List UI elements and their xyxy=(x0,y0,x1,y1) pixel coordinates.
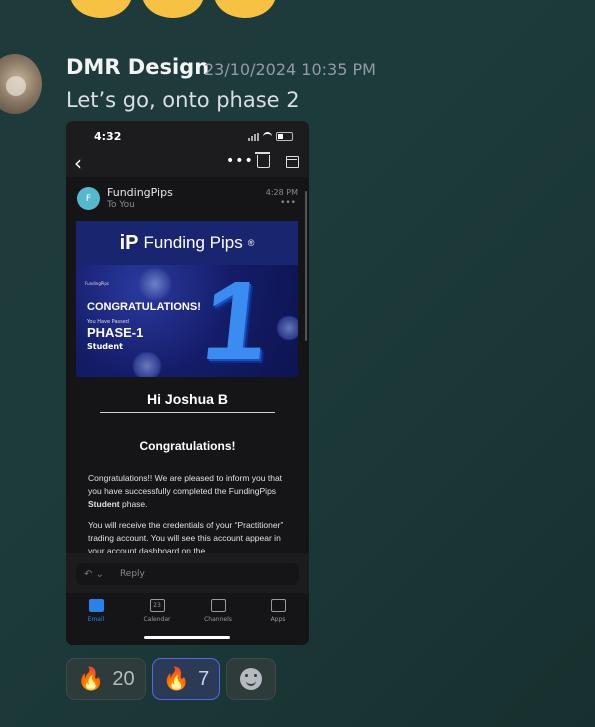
emoji xyxy=(214,0,276,18)
diamond-decoration xyxy=(276,315,298,341)
previous-message-emojis xyxy=(70,0,276,18)
fire-icon: 🔥 xyxy=(162,666,191,692)
tab-calendar: 23 Calendar xyxy=(137,599,177,623)
reaction-fire[interactable]: 🔥 20 xyxy=(66,658,146,700)
add-reaction-button[interactable] xyxy=(226,658,277,700)
email-time: 4:28 PM xyxy=(265,188,298,197)
reply-icon: ↶ ⌄ xyxy=(84,568,104,580)
channels-icon xyxy=(210,599,226,612)
scrollbar xyxy=(305,191,307,341)
email-body: F FundingPips To You 4:28 PM ••• iP Fund… xyxy=(66,177,309,556)
reply-field: ↶ ⌄ Reply xyxy=(76,563,299,585)
author-avatar[interactable] xyxy=(0,54,42,114)
emoji xyxy=(142,0,204,18)
tab-apps: Apps xyxy=(258,599,298,623)
reply-area: ↶ ⌄ Reply xyxy=(66,553,309,593)
banner-level: Student xyxy=(87,342,123,351)
banner-brand-small: FundingPips xyxy=(85,281,109,286)
message-timestamp: 23/10/2024 10:35 PM xyxy=(204,60,376,79)
archive-icon xyxy=(286,156,299,168)
fire-icon: 🔥 xyxy=(77,666,105,692)
email-toolbar: ‹ ••• xyxy=(66,149,309,177)
phone-tab-bar: Email 23 Calendar Channels Apps xyxy=(66,593,309,645)
smile-icon xyxy=(240,668,263,690)
signal-icon xyxy=(248,132,259,141)
recipient: To You xyxy=(107,200,135,210)
sender-name: FundingPips xyxy=(107,186,173,199)
brand-name: Funding Pips xyxy=(143,233,243,252)
status-time: 4:32 xyxy=(94,130,122,143)
author-name[interactable]: DMR Design xyxy=(66,55,209,79)
wifi-icon xyxy=(263,132,272,141)
message-text: Let’s go, onto phase 2 xyxy=(66,88,300,112)
reaction-fire-custom[interactable]: 🔥 7 xyxy=(151,658,221,700)
diamond-decoration xyxy=(138,267,172,301)
tab-channels: Channels xyxy=(198,599,238,623)
email-paragraph-1: Congratulations!! We are pleased to info… xyxy=(88,473,283,509)
emoji xyxy=(70,0,132,18)
funding-pips-logo-icon: iP xyxy=(119,231,139,254)
home-indicator xyxy=(144,636,230,639)
email-heading: Congratulations! xyxy=(139,439,236,453)
reply-placeholder: Reply xyxy=(119,569,145,579)
reaction-count: 20 xyxy=(112,667,135,690)
trash-icon xyxy=(255,152,270,168)
reaction-count: 7 xyxy=(198,667,210,690)
reaction-bar: 🔥 20 🔥 7 xyxy=(66,658,277,700)
banner-congrats: CONGRATULATIONS! xyxy=(87,301,201,313)
phone-status-bar: 4:32 xyxy=(66,121,309,149)
tab-email: Email xyxy=(76,599,116,623)
more-icon: ••• xyxy=(226,153,254,169)
battery-icon xyxy=(276,132,293,141)
mail-icon xyxy=(88,599,104,612)
sender-avatar: F xyxy=(77,187,100,210)
calendar-icon: 23 xyxy=(149,599,165,612)
back-icon: ‹ xyxy=(74,151,82,175)
ellipsis-icon: ••• xyxy=(280,198,296,208)
divider xyxy=(100,412,275,413)
email-greeting: Hi Joshua B xyxy=(147,391,228,407)
big-number: 1 xyxy=(197,258,273,377)
banner-artwork: FundingPips CONGRATULATIONS! You Have Pa… xyxy=(76,258,298,377)
apps-icon xyxy=(270,599,286,612)
banner-phase: PHASE-1 xyxy=(87,325,144,340)
email-banner: iP Funding Pips ® FundingPips CONGRATULAT… xyxy=(76,221,298,377)
diamond-decoration xyxy=(132,351,162,377)
attached-screenshot[interactable]: 4:32 ‹ ••• F FundingPips To You 4:28 PM … xyxy=(66,121,309,645)
